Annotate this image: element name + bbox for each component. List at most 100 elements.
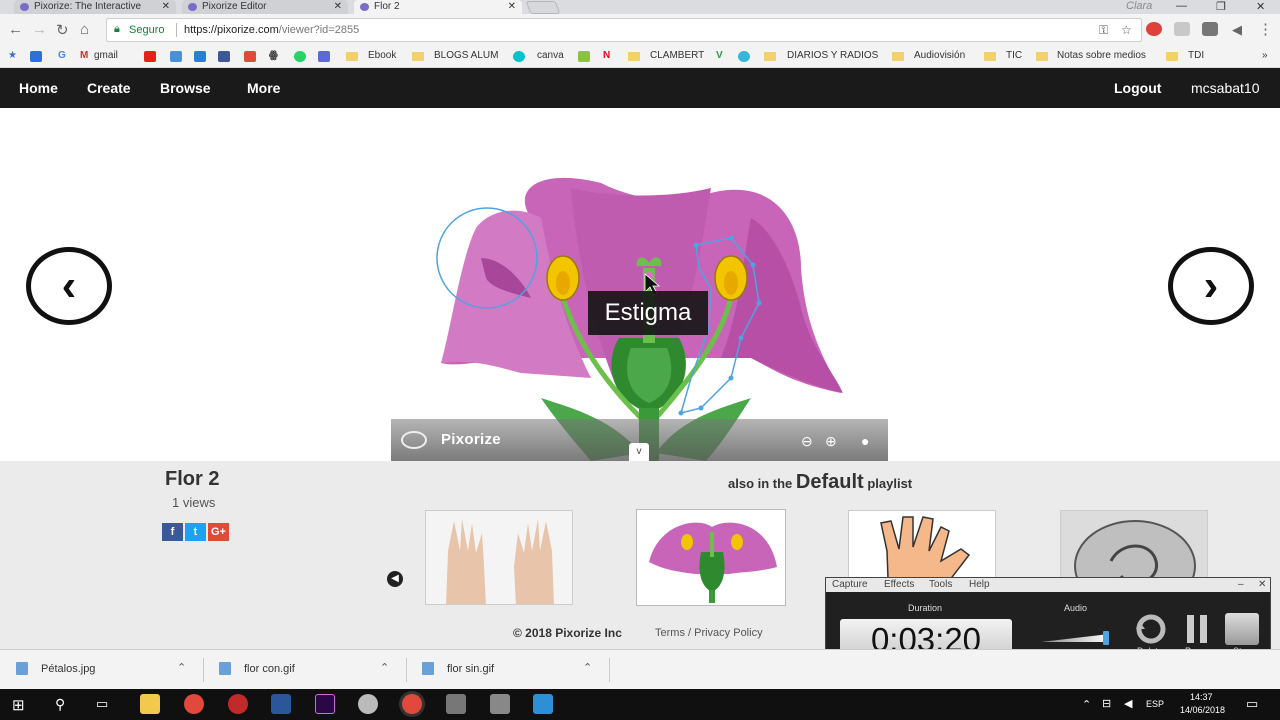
pause-button[interactable] xyxy=(1180,613,1214,645)
photos-icon[interactable] xyxy=(533,694,553,714)
recorder-menu-capture[interactable]: Capture xyxy=(832,579,868,590)
download-item[interactable]: Pétalos.jpg xyxy=(41,663,95,675)
bookmark-tic[interactable]: TIC xyxy=(1006,50,1022,61)
apps-icon[interactable]: ★ xyxy=(8,50,17,61)
app-icon-dark-2[interactable] xyxy=(490,694,510,714)
forward-icon[interactable]: → xyxy=(32,21,47,38)
owl-icon[interactable]: ꙮ xyxy=(269,50,278,61)
bookmark-icon-red[interactable] xyxy=(244,51,256,62)
star-icon[interactable]: ☆ xyxy=(1121,23,1132,37)
bookmark-diarios-y-radios[interactable]: DIARIOS Y RADIOS xyxy=(787,50,878,61)
volume-icon[interactable]: ◀︎ xyxy=(1124,697,1132,710)
cloud-extension-icon[interactable] xyxy=(1174,22,1190,36)
bookmark-icon-blue-2[interactable] xyxy=(194,51,206,62)
next-image-button[interactable]: › xyxy=(1168,247,1254,325)
outlook-icon[interactable] xyxy=(30,51,42,62)
restore-icon[interactable]: ❐ xyxy=(1216,0,1226,13)
bookmark-canva[interactable]: canva xyxy=(537,50,564,61)
youtube-icon[interactable] xyxy=(144,51,156,62)
key-icon[interactable]: ⚿ xyxy=(1099,23,1108,38)
flower-diagram[interactable] xyxy=(391,108,888,461)
back-icon[interactable]: ← xyxy=(8,21,23,38)
v-icon[interactable]: V xyxy=(716,50,723,61)
bookmark-icon-blue[interactable] xyxy=(170,51,182,62)
word-icon[interactable] xyxy=(271,694,291,714)
home-icon[interactable]: ⌂ xyxy=(80,21,89,38)
stop-button[interactable] xyxy=(1225,613,1259,645)
lightbulb-icon[interactable]: ● xyxy=(861,433,869,449)
windows-start-icon[interactable]: ⊞ xyxy=(12,696,25,714)
app-icon-gray[interactable] xyxy=(358,694,378,714)
search-bookmark-icon[interactable] xyxy=(738,51,750,62)
google-plus-share-button[interactable]: G+ xyxy=(208,523,229,541)
file-explorer-icon[interactable] xyxy=(140,694,160,714)
network-icon[interactable]: ⊟ xyxy=(1102,697,1111,710)
bookmark-icon-green[interactable] xyxy=(578,51,590,62)
audio-level-knob[interactable] xyxy=(1102,631,1109,645)
recorder-menu-effects[interactable]: Effects xyxy=(884,579,914,590)
recorder-close-icon[interactable]: ✕ xyxy=(1258,579,1266,590)
more-bookmarks-icon[interactable]: » xyxy=(1262,50,1268,61)
reload-icon[interactable]: ↻ xyxy=(56,21,69,39)
tab-pixorize-editor[interactable]: Pixorize Editor ✕ xyxy=(182,0,348,14)
speaker-extension-icon[interactable]: ◀︎ xyxy=(1232,22,1242,38)
tab-close-icon[interactable]: ✕ xyxy=(162,0,170,13)
adblock-extension-icon[interactable] xyxy=(1146,22,1162,36)
tab-close-icon[interactable]: ✕ xyxy=(508,0,516,13)
expand-toggle-button[interactable]: v xyxy=(629,443,649,461)
audio-level-slider[interactable] xyxy=(1041,634,1109,642)
nav-create[interactable]: Create xyxy=(87,80,131,96)
google-icon[interactable]: G xyxy=(58,50,66,61)
nav-logout[interactable]: Logout xyxy=(1114,80,1161,96)
netflix-icon[interactable]: N xyxy=(603,50,610,61)
menu-icon[interactable]: ⋮ xyxy=(1258,20,1273,38)
nav-username[interactable]: mcsabat10 xyxy=(1191,80,1259,96)
prev-image-button[interactable]: ‹ xyxy=(26,247,112,325)
screen-extension-icon[interactable] xyxy=(1202,22,1218,36)
bookmark-tdi[interactable]: TDI xyxy=(1188,50,1204,61)
nav-more[interactable]: More xyxy=(247,80,280,96)
thumbnail-hands[interactable] xyxy=(425,510,573,605)
recorder-menu-help[interactable]: Help xyxy=(969,579,990,590)
tab-pixorize-interactive[interactable]: Pixorize: The Interactive ✕ xyxy=(14,0,176,14)
search-icon[interactable]: ⚲ xyxy=(55,696,65,713)
chevron-up-icon[interactable]: ⌃ xyxy=(380,661,389,674)
recorder-menu-tools[interactable]: Tools xyxy=(929,579,952,590)
bookmark-notas-sobre-medios[interactable]: Notas sobre medios xyxy=(1057,50,1146,61)
zoom-in-icon[interactable]: ⊕ xyxy=(825,433,837,450)
reset-zoom-icon[interactable]: ⊖ xyxy=(801,433,813,450)
chevron-up-icon[interactable]: ⌃ xyxy=(177,661,186,674)
clock-date[interactable]: 14/06/2018 xyxy=(1180,705,1225,715)
notifications-icon[interactable]: ▭ xyxy=(1246,696,1258,712)
chrome-active-icon[interactable] xyxy=(402,694,422,714)
url-text[interactable]: https://pixorize.com/viewer?id=2855 xyxy=(184,24,359,36)
clock-time[interactable]: 14:37 xyxy=(1190,692,1213,702)
nav-browse[interactable]: Browse xyxy=(160,80,211,96)
language-indicator[interactable]: ESP xyxy=(1146,699,1164,709)
recorder-app-icon[interactable] xyxy=(228,694,248,714)
minimize-icon[interactable]: — xyxy=(1176,0,1187,12)
nav-home[interactable]: Home xyxy=(19,80,58,96)
bookmark-audiovision[interactable]: Audiovisión xyxy=(914,50,965,61)
new-tab-button[interactable] xyxy=(525,1,561,14)
address-bar[interactable]: 🔒︎ Seguro https://pixorize.com/viewer?id… xyxy=(106,18,1142,42)
bookmark-ebook[interactable]: Ebook xyxy=(368,50,396,61)
delete-button[interactable] xyxy=(1134,613,1168,645)
carousel-prev-icon[interactable]: ◀ xyxy=(387,571,403,587)
facebook-share-button[interactable]: f xyxy=(162,523,183,541)
thumbnail-flower[interactable] xyxy=(637,510,785,605)
whatsapp-icon[interactable] xyxy=(294,51,306,62)
footer-links[interactable]: Terms / Privacy Policy xyxy=(655,627,763,639)
download-item[interactable]: flor sin.gif xyxy=(447,663,494,675)
close-window-icon[interactable]: ✕ xyxy=(1256,0,1265,13)
bookmark-gmail[interactable]: gmail xyxy=(94,50,118,61)
tab-close-icon[interactable]: ✕ xyxy=(334,0,342,13)
facebook-icon[interactable] xyxy=(218,51,230,62)
chrome-icon[interactable] xyxy=(184,694,204,714)
app-icon-dark[interactable] xyxy=(446,694,466,714)
bookmark-icon-purple[interactable] xyxy=(318,51,330,62)
recorder-minimize-icon[interactable]: – xyxy=(1238,579,1244,590)
download-item[interactable]: flor con.gif xyxy=(244,663,295,675)
bookmark-blogs-alum[interactable]: BLOGS ALUM xyxy=(434,50,498,61)
twitter-share-button[interactable]: t xyxy=(185,523,206,541)
